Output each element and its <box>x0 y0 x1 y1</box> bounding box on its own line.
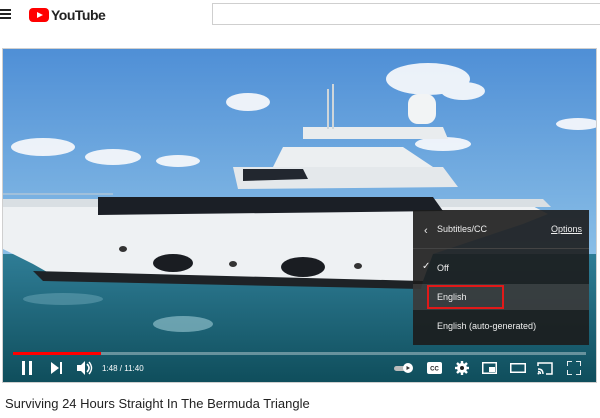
player-controls: 1:48 / 11:40 CC <box>3 355 596 382</box>
svg-text:CC: CC <box>430 367 439 373</box>
search-input[interactable] <box>212 3 600 25</box>
subtitles-menu: ‹ Subtitles/CC Options ✓ Off English Eng… <box>413 210 589 345</box>
settings-icon[interactable] <box>455 361 469 375</box>
volume-icon[interactable] <box>77 361 93 375</box>
subtitle-option-off[interactable]: ✓ Off <box>413 255 589 281</box>
top-bar: YouTube <box>0 0 600 30</box>
subtitle-option-english[interactable]: English <box>413 284 589 310</box>
subtitle-option-label: Off <box>437 263 449 273</box>
subtitle-option-label: English (auto-generated) <box>437 321 537 331</box>
subtitles-options-link[interactable]: Options <box>551 224 582 234</box>
back-chevron-icon[interactable]: ‹ <box>424 225 428 237</box>
youtube-logo[interactable]: YouTube <box>29 5 106 25</box>
subtitles-menu-header: ‹ Subtitles/CC Options <box>413 210 589 249</box>
video-player[interactable]: ‹ Subtitles/CC Options ✓ Off English Eng… <box>3 49 596 382</box>
subtitle-option-english-auto[interactable]: English (auto-generated) <box>413 313 589 339</box>
menu-icon[interactable] <box>0 9 11 20</box>
youtube-logo-icon <box>29 8 49 22</box>
pause-icon[interactable] <box>21 361 33 375</box>
video-title: Surviving 24 Hours Straight In The Bermu… <box>5 396 310 411</box>
autoplay-toggle-icon[interactable] <box>394 363 414 373</box>
logo-text: YouTube <box>51 7 106 23</box>
miniplayer-icon[interactable] <box>482 362 497 374</box>
fullscreen-icon[interactable] <box>567 361 581 375</box>
highlight-annotation-box <box>427 285 504 309</box>
next-icon[interactable] <box>51 361 63 375</box>
check-icon: ✓ <box>422 261 431 272</box>
subtitles-menu-title[interactable]: Subtitles/CC <box>437 224 487 234</box>
captions-icon[interactable]: CC <box>427 362 442 374</box>
cast-icon[interactable] <box>537 362 553 375</box>
theater-icon[interactable] <box>510 363 526 373</box>
time-display: 1:48 / 11:40 <box>102 364 144 373</box>
